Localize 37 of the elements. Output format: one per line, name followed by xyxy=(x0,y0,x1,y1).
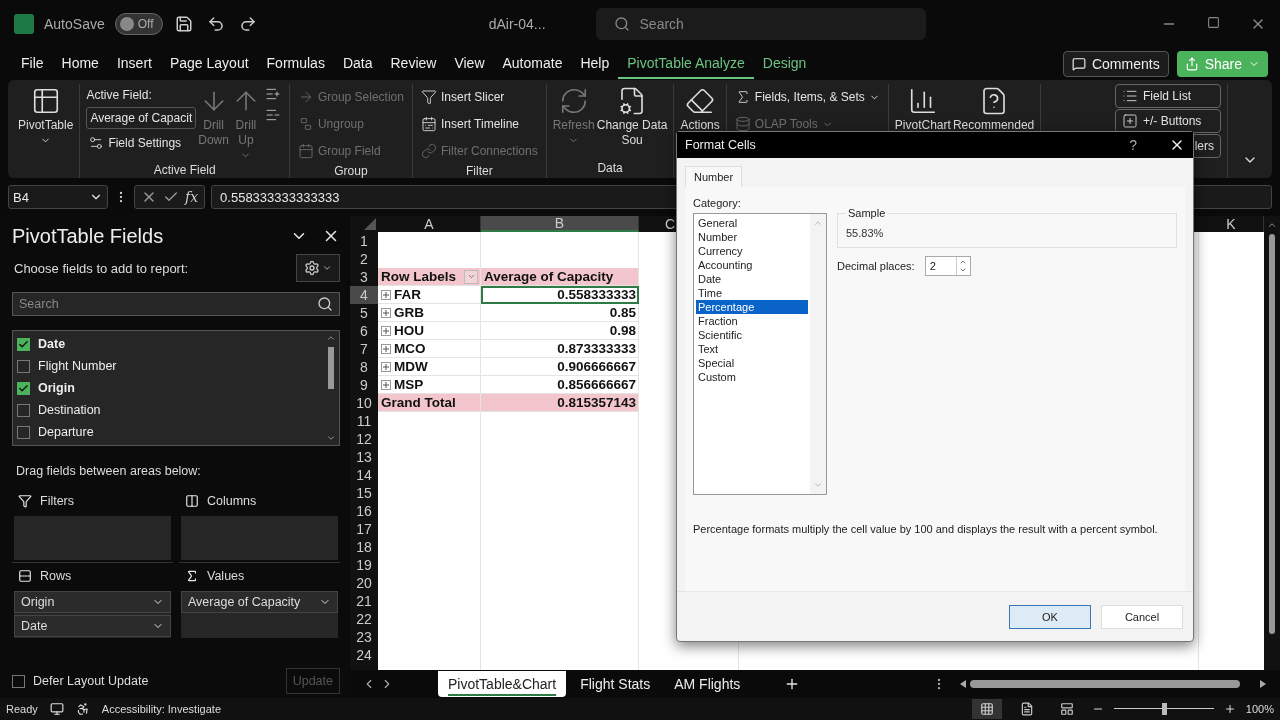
group-label: Group xyxy=(333,164,369,180)
row-label: MDW xyxy=(394,359,428,374)
group-label: Filter xyxy=(465,164,494,180)
dialog-title: Format Cells xyxy=(685,138,757,152)
autosave-label: AutoSave xyxy=(44,16,105,32)
pane-subtitle: Choose fields to add to report: xyxy=(13,260,189,276)
row-label: Row Labels xyxy=(381,269,456,284)
group-label: Active Field xyxy=(152,163,217,179)
area-label: Rows xyxy=(40,569,72,583)
status-text: Ready xyxy=(6,703,38,715)
area-label: Values xyxy=(207,569,245,583)
table-cell: Average of Capacity xyxy=(481,268,639,286)
sample-label: Sample xyxy=(847,207,887,219)
table-cell: 0.558333333 xyxy=(481,286,639,304)
group-label: Data xyxy=(596,161,624,177)
sample-value: 55.83% xyxy=(846,227,884,239)
field-name: Origin xyxy=(38,381,75,395)
field-name: Departure xyxy=(38,425,94,439)
row-label: Grand Total xyxy=(381,395,456,410)
field-label: Active Field: xyxy=(86,87,153,104)
row-label: FAR xyxy=(394,287,421,302)
row-label: MSP xyxy=(394,377,424,392)
row-label: HOU xyxy=(394,323,424,338)
pane-title: PivotTable Fields xyxy=(12,224,164,248)
row-label: GRB xyxy=(394,305,424,320)
field-name: Flight Number xyxy=(38,359,117,373)
area-label: Columns xyxy=(207,494,257,508)
format-description: Percentage formats multiply the cell value by 100 and displays the result with a percent symbol. xyxy=(693,523,1159,535)
field-name: Destination xyxy=(38,403,101,417)
category-label: Category: xyxy=(693,197,742,209)
areas-hint: Drag fields between areas below: xyxy=(16,464,202,478)
table-cell: 0.815357143 xyxy=(481,394,639,412)
defer-label: Defer Layout Update xyxy=(33,674,149,688)
decimal-places-label: Decimal places: xyxy=(837,260,915,272)
row-label: MCO xyxy=(394,341,426,356)
area-label: Filters xyxy=(40,494,75,508)
field-name: Date xyxy=(38,337,66,351)
